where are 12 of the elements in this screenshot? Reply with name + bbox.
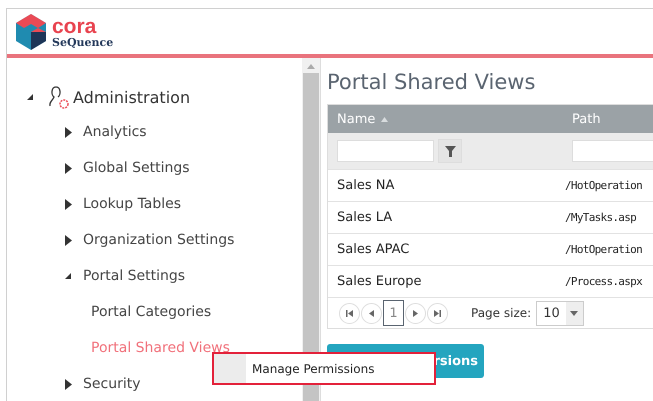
table-cell-text: Sales LA bbox=[336, 210, 394, 225]
table-cell-text: Sales Europe bbox=[336, 274, 422, 289]
table-cell-text: /HotOperation bbox=[564, 179, 643, 192]
table-cell-text: /Process.aspx bbox=[564, 275, 644, 288]
page-size-label: Page size: bbox=[471, 306, 532, 320]
table-cell-text: /HotOperation bbox=[564, 243, 643, 256]
logo-subtitle: SeQuence bbox=[52, 36, 114, 48]
logo-wordmark: cora bbox=[52, 16, 98, 36]
table-cell-text: Sales APAC bbox=[336, 242, 410, 257]
table-cell-text: /MyTasks.asp bbox=[564, 211, 638, 224]
page-title: Portal Shared Views bbox=[327, 70, 536, 94]
table-cell-text: Sales NA bbox=[336, 178, 396, 193]
